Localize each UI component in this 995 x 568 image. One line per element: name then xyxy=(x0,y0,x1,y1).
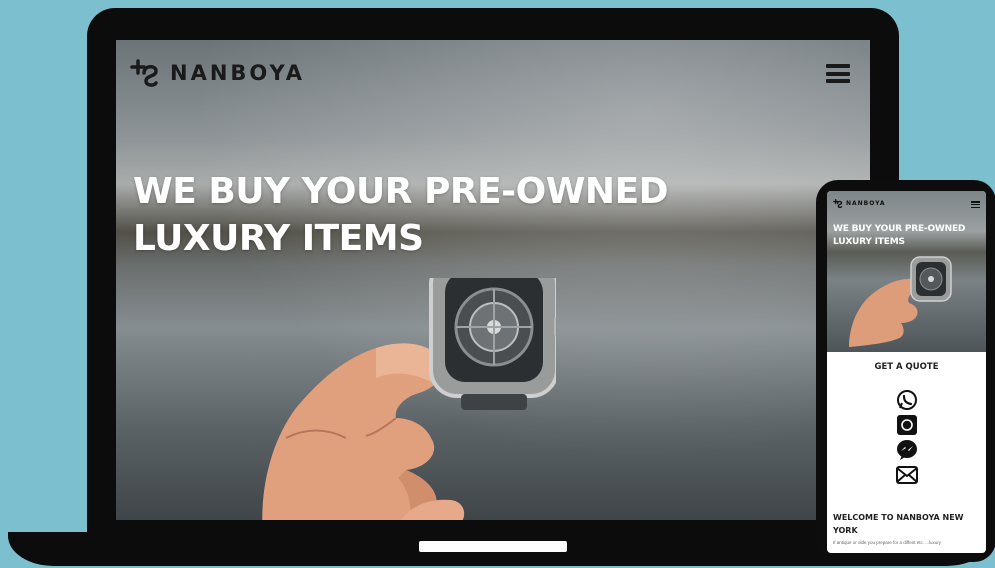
hand-holding-watch-image xyxy=(262,278,556,520)
instagram-icon[interactable] xyxy=(896,414,918,436)
welcome-heading: WELCOME TO NANBOYA NEW YORK xyxy=(833,511,983,537)
mobile-hero-headline-line-1: WE BUY YOUR PRE-OWNED xyxy=(833,224,966,234)
brand-name: NANBOYA xyxy=(170,61,305,85)
email-icon[interactable] xyxy=(896,464,918,486)
welcome-heading-line-1: WELCOME TO NANBOYA NEW xyxy=(833,513,964,522)
welcome-heading-line-2: YORK xyxy=(833,526,858,535)
mobile-brand-name: NANBOYA xyxy=(846,200,886,207)
welcome-body-text: If antique or olde you prepare for a dif… xyxy=(833,540,941,545)
hero-headline: WE BUY YOUR PRE-OWNED LUXURY ITEMS xyxy=(133,168,693,262)
hero-headline-line-1: WE BUY YOUR PRE-OWNED xyxy=(133,171,669,212)
brand-logo[interactable]: NANBOYA xyxy=(130,58,305,88)
whatsapp-icon[interactable] xyxy=(896,389,918,411)
mobile-hero-headline: WE BUY YOUR PRE-OWNED LUXURY ITEMS xyxy=(833,223,983,249)
desktop-screen: NANBOYA WE BUY YOUR PRE-OWNED LUXURY ITE… xyxy=(116,40,870,520)
laptop-notch xyxy=(419,541,567,552)
hamburger-menu-icon[interactable] xyxy=(826,64,850,83)
mobile-screen: NANBOYA WE BUY YOUR PRE-OWNED LUXURY ITE… xyxy=(827,191,986,553)
mobile-logo-mark-icon xyxy=(833,199,843,208)
mobile-hamburger-menu-icon[interactable] xyxy=(971,201,980,208)
logo-mark-icon xyxy=(130,59,158,87)
get-a-quote-heading: GET A QUOTE xyxy=(874,362,939,372)
hero-headline-line-2: LUXURY ITEMS xyxy=(133,218,424,259)
mobile-hero: NANBOYA WE BUY YOUR PRE-OWNED LUXURY ITE… xyxy=(827,191,986,352)
messenger-icon[interactable] xyxy=(896,439,918,461)
mobile-hero-headline-line-2: LUXURY ITEMS xyxy=(833,237,905,247)
mobile-brand-logo[interactable]: NANBOYA xyxy=(833,199,886,208)
mobile-hand-holding-watch-image xyxy=(849,256,952,347)
